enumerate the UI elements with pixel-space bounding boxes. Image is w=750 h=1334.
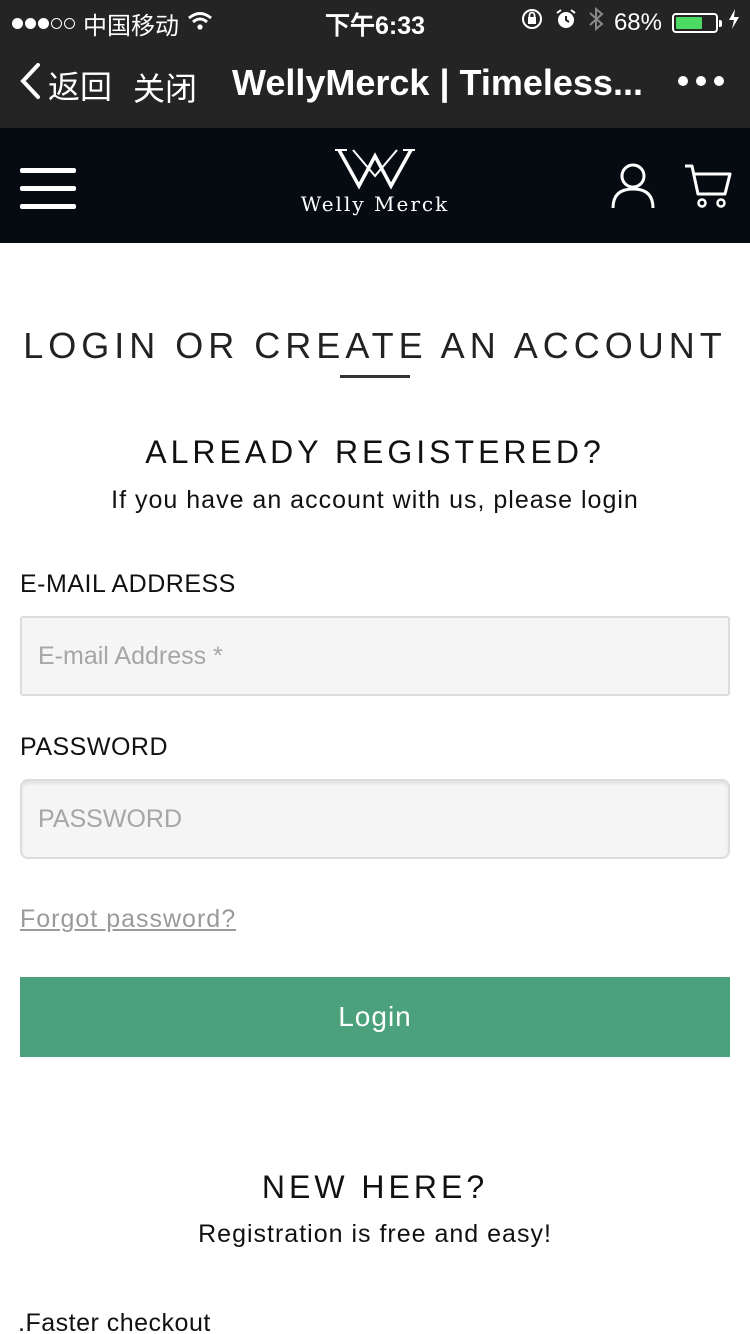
browser-nav-bar: 返回 关闭 WellyMerck | Timeless...: [0, 40, 750, 128]
new-here-subtitle: Registration is free and easy!: [198, 1220, 552, 1248]
site-header: Welly Merck: [0, 128, 750, 243]
user-icon[interactable]: [610, 162, 656, 215]
back-button[interactable]: 返回: [18, 62, 112, 108]
cart-icon[interactable]: [683, 162, 733, 215]
battery-percent: 68%: [613, 8, 662, 36]
email-label: E-MAIL ADDRESS: [20, 570, 236, 598]
password-field[interactable]: [20, 779, 730, 859]
forgot-password-link[interactable]: Forgot password?: [20, 905, 236, 934]
login-button[interactable]: Login: [20, 977, 730, 1057]
page-title: LOGIN OR CREATE AN ACCOUNT: [23, 325, 727, 366]
battery-fill: [676, 16, 702, 29]
orientation-lock-icon: [520, 7, 544, 38]
logo-mark-icon: [335, 149, 415, 190]
logo[interactable]: Welly Merck: [275, 146, 475, 226]
registered-title: ALREADY REGISTERED?: [145, 434, 605, 470]
charging-icon: [728, 8, 740, 37]
more-icon[interactable]: [678, 76, 724, 86]
email-field[interactable]: [20, 616, 730, 696]
new-here-title: NEW HERE?: [261, 1169, 489, 1205]
battery-icon: [672, 12, 722, 33]
title-underline: [340, 375, 410, 378]
status-bar: 中国移动 下午6:33 68%: [0, 0, 750, 40]
registered-subtitle: If you have an account with us, please l…: [111, 486, 639, 514]
back-label: 返回: [48, 69, 113, 105]
bluetooth-icon: [588, 6, 604, 39]
chevron-left-icon: [18, 62, 42, 108]
password-label: PASSWORD: [20, 733, 168, 761]
status-right: 68%: [520, 6, 740, 39]
logo-text: Welly Merck: [300, 192, 450, 216]
hamburger-menu-icon[interactable]: [20, 168, 76, 212]
page-title-bar: WellyMerck | Timeless...: [232, 62, 643, 103]
close-button[interactable]: 关闭: [133, 64, 197, 110]
benefit-item: .Faster checkout: [18, 1309, 211, 1334]
alarm-icon: [554, 7, 578, 38]
